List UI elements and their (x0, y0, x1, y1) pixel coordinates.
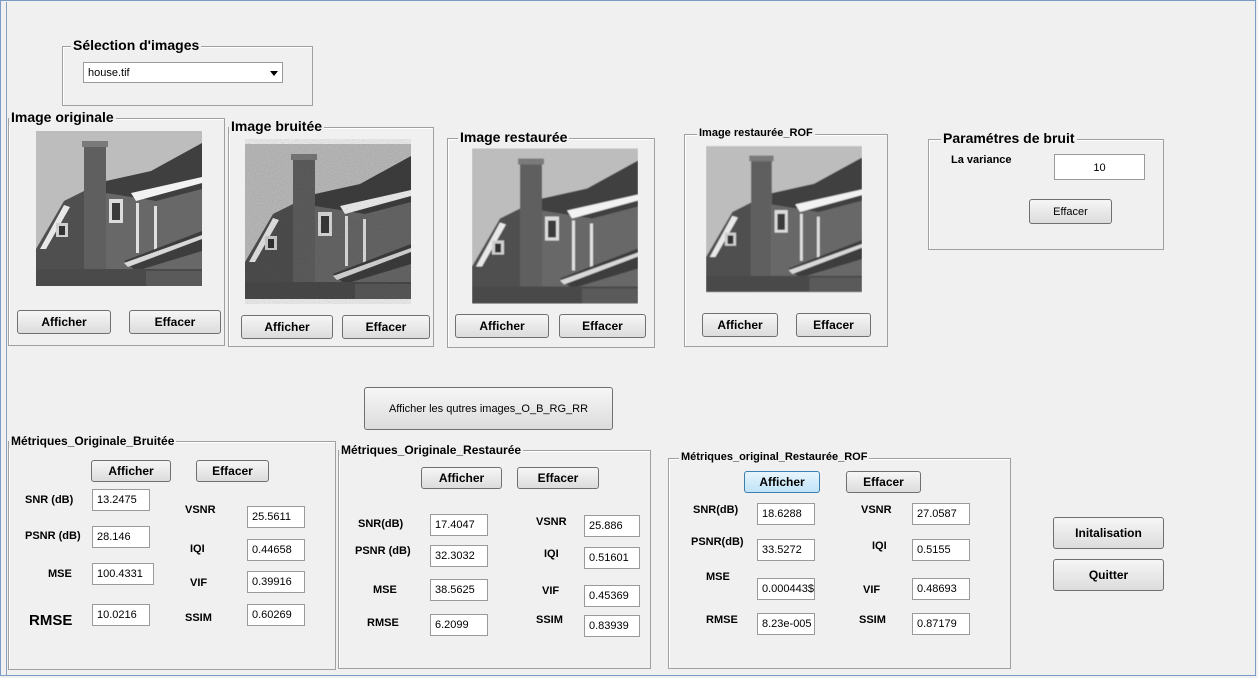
rof-clear-button[interactable]: Effacer (796, 313, 871, 337)
ob-rmse-label: RMSE (29, 612, 73, 629)
metrics-ob-panel: Métriques_Originale_Bruitée Afficher Eff… (8, 434, 336, 670)
noisy-image-title: Image bruitée (229, 118, 325, 134)
noise-params-panel: Paramétres de bruit La variance 10 Effac… (928, 130, 1164, 250)
ob-snr-label: SNR (dB) (25, 494, 74, 506)
rof-ssim-label: SSIM (859, 614, 886, 626)
metrics-ob-clear-button[interactable]: Effacer (196, 460, 269, 482)
or-ssim-value[interactable]: 0.83939 (584, 615, 640, 637)
or-rmse-label: RMSE (367, 617, 399, 629)
ob-vif-label: VIF (190, 577, 208, 589)
rof-vsnr-label: VSNR (861, 504, 892, 516)
image-select-value: house.tif (88, 67, 130, 79)
or-psnr-value[interactable]: 32.3032 (430, 545, 488, 567)
original-clear-button[interactable]: Effacer (129, 310, 221, 334)
restored-rof-image (706, 145, 862, 293)
restored-rof-panel: Image restaurée_ROF Afficher Effacer (684, 127, 888, 347)
ob-vif-value[interactable]: 0.39916 (247, 571, 305, 593)
quit-button[interactable]: Quitter (1053, 559, 1164, 591)
rof-vif-value[interactable]: 0.48693 (912, 578, 970, 600)
noise-params-title: Paramétres de bruit (941, 130, 1077, 146)
ob-vsnr-value[interactable]: 25.5611 (247, 506, 305, 528)
or-vif-value[interactable]: 0.45369 (584, 585, 640, 607)
rof-snr-label: SNR(dB) (693, 504, 739, 516)
original-image (36, 131, 202, 286)
rof-ssim-value[interactable]: 0.87179 (912, 613, 970, 635)
or-snr-value[interactable]: 17.4047 (430, 514, 488, 536)
ob-iqi-value[interactable]: 0.44658 (247, 539, 305, 561)
or-iqi-value[interactable]: 0.51601 (584, 547, 640, 569)
metrics-or-show-button[interactable]: Afficher (421, 467, 502, 489)
rof-rmse-label: RMSE (706, 614, 738, 626)
or-mse-value[interactable]: 38.5625 (430, 579, 488, 601)
rof-vif-label: VIF (863, 584, 881, 596)
original-image-panel: Image originale Afficher Effacer (8, 109, 225, 346)
ob-ssim-value[interactable]: 0.60269 (247, 604, 305, 626)
metrics-or-title: Métriques_Originale_Restaurée (339, 443, 524, 457)
ob-psnr-label: PSNR (dB) (25, 530, 81, 542)
metrics-rof-show-button[interactable]: Afficher (744, 471, 820, 493)
restored-image-title: Image restaurée (458, 129, 570, 145)
variance-input[interactable]: 10 (1054, 154, 1145, 180)
initialization-button[interactable]: Initalisation (1053, 517, 1164, 549)
or-vsnr-value[interactable]: 25.886 (584, 515, 640, 537)
metrics-ob-title: Métriques_Originale_Bruitée (9, 434, 177, 448)
or-mse-label: MSE (373, 584, 397, 596)
image-select[interactable]: house.tif (83, 62, 283, 83)
rof-mse-value[interactable]: 0.000443$ (757, 578, 815, 600)
rof-iqi-value[interactable]: 0.5155 (912, 539, 970, 561)
or-vif-label: VIF (542, 585, 560, 597)
restored-show-button[interactable]: Afficher (455, 314, 549, 338)
image-selection-panel: Sélection d'images house.tif (62, 37, 313, 106)
chevron-down-icon[interactable] (270, 71, 278, 76)
or-ssim-label: SSIM (536, 614, 563, 626)
original-image-title: Image originale (9, 109, 116, 125)
metrics-ob-show-button[interactable]: Afficher (91, 460, 171, 482)
image-selection-title: Sélection d'images (71, 37, 202, 53)
restored-rof-title: Image restaurée_ROF (697, 127, 815, 139)
ob-psnr-value[interactable]: 28.146 (92, 526, 150, 548)
ob-snr-value[interactable]: 13.2475 (92, 489, 150, 511)
show-all-images-button[interactable]: Afficher les qutres images_O_B_RG_RR (364, 387, 613, 430)
ob-mse-value[interactable]: 100.4331 (92, 563, 154, 585)
ob-iqi-label: IQI (190, 543, 205, 555)
metrics-rof-clear-button[interactable]: Effacer (846, 471, 921, 493)
rof-snr-value[interactable]: 18.6288 (757, 503, 815, 525)
restored-image-panel: Image restaurée Afficher Effacer (447, 129, 655, 348)
ob-ssim-label: SSIM (185, 612, 212, 624)
or-vsnr-label: VSNR (536, 516, 567, 528)
rof-mse-label: MSE (706, 571, 730, 583)
metrics-or-panel: Métriques_Originale_Restaurée Afficher E… (338, 443, 651, 669)
ob-mse-label: MSE (48, 568, 72, 580)
or-snr-label: SNR(dB) (358, 518, 404, 530)
metrics-rof-panel: Métriques_original_Restaurée_ROF Affiche… (668, 451, 1011, 669)
noisy-image (245, 139, 411, 304)
noisy-clear-button[interactable]: Effacer (342, 315, 430, 339)
rof-show-button[interactable]: Afficher (702, 313, 778, 337)
restored-image (472, 148, 638, 304)
rof-rmse-value[interactable]: 8.23e-005 (757, 613, 815, 635)
original-show-button[interactable]: Afficher (17, 310, 111, 334)
restored-clear-button[interactable]: Effacer (559, 314, 646, 338)
ob-vsnr-label: VSNR (185, 504, 216, 516)
metrics-or-clear-button[interactable]: Effacer (517, 467, 599, 489)
noise-clear-button[interactable]: Effacer (1029, 199, 1112, 224)
variance-label: La variance (951, 154, 1012, 166)
or-iqi-label: IQI (544, 548, 559, 560)
rof-iqi-label: IQI (872, 540, 887, 552)
rof-psnr-label: PSNR(dB) (691, 536, 744, 548)
rof-psnr-value[interactable]: 33.5272 (757, 539, 815, 561)
or-psnr-label: PSNR (dB) (355, 545, 411, 557)
noisy-image-panel: Image bruitée Afficher Effacer (228, 118, 434, 347)
noisy-show-button[interactable]: Afficher (241, 315, 333, 339)
metrics-rof-title: Métriques_original_Restaurée_ROF (679, 451, 870, 463)
ob-rmse-value[interactable]: 10.0216 (92, 604, 150, 626)
or-rmse-value[interactable]: 6.2099 (430, 614, 488, 636)
rof-vsnr-value[interactable]: 27.0587 (912, 503, 970, 525)
